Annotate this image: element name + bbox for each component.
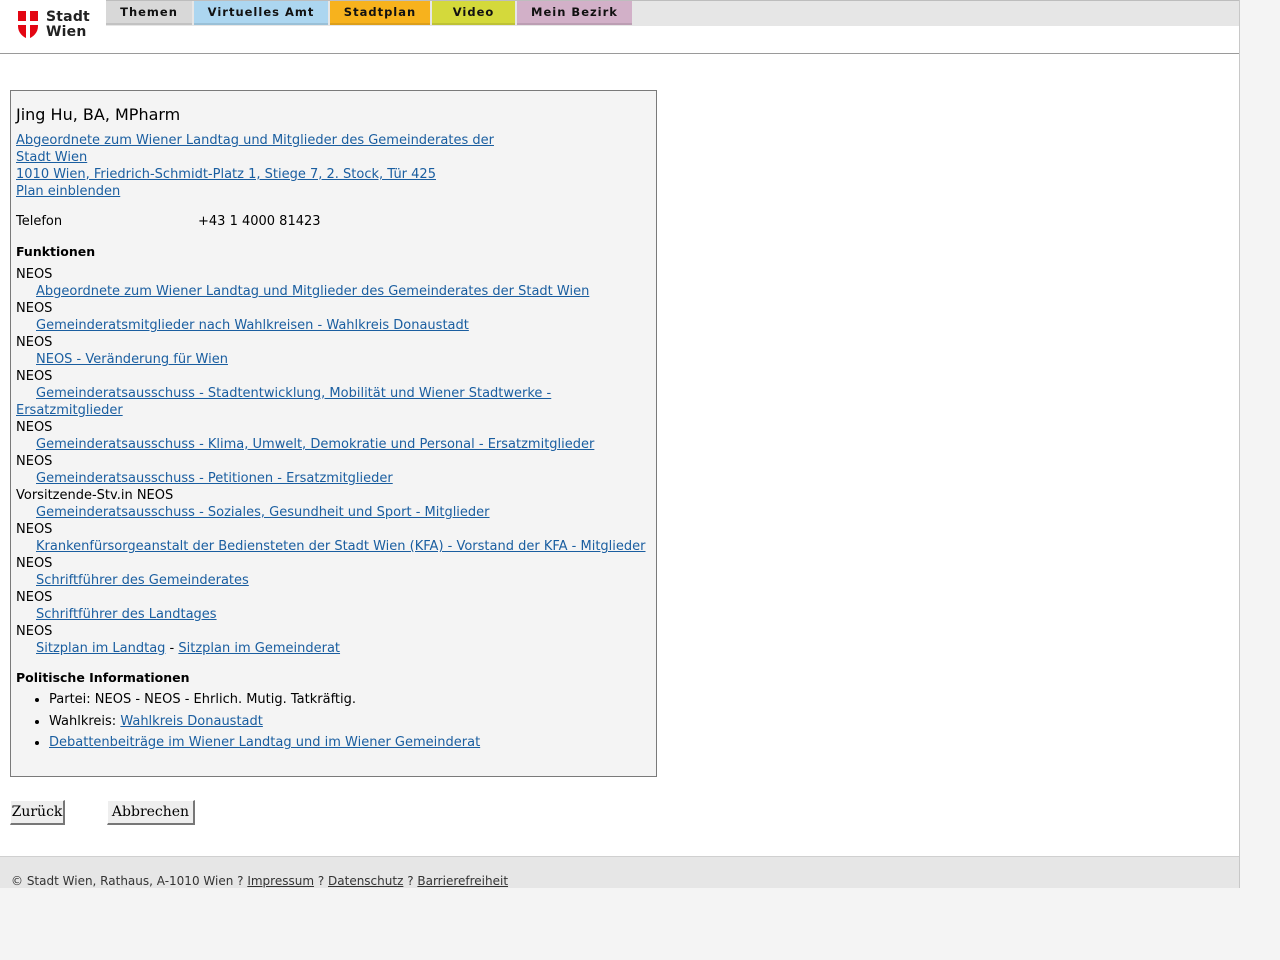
person-detail-panel: Jing Hu, BA, MPharm Abgeordnete zum Wien… xyxy=(10,90,657,777)
site-footer: © Stadt Wien, Rathaus, A-1010 Wien ? Imp… xyxy=(0,856,1239,888)
footer-separator: ? xyxy=(314,874,329,888)
office-link-line-2[interactable]: Stadt Wien xyxy=(16,149,494,166)
impressum-link[interactable]: Impressum xyxy=(247,874,314,888)
function-org: NEOS xyxy=(16,267,53,282)
footer-copyright: © Stadt Wien, Rathaus, A-1010 Wien ? xyxy=(11,874,248,888)
debates-link[interactable]: Debattenbeiträge im Wiener Landtag und i… xyxy=(49,735,480,750)
logo-line-1: Stadt xyxy=(46,9,90,25)
address-link[interactable]: 1010 Wien, Friedrich-Schmidt-Platz 1, St… xyxy=(16,166,494,183)
function-org: NEOS xyxy=(16,454,53,469)
function-org: Vorsitzende-Stv.in NEOS xyxy=(16,488,174,503)
cancel-button[interactable]: Abbrechen xyxy=(107,800,195,825)
function-link[interactable]: Gemeinderatsausschuss - Petitionen - Ers… xyxy=(36,471,393,486)
stadt-wien-logo[interactable]: Stadt Wien xyxy=(17,10,92,42)
logo-line-2: Wien xyxy=(46,24,87,40)
seating-plan-landtag-link[interactable]: Sitzplan im Landtag xyxy=(36,641,165,656)
main-nav-tabs: Themen Virtuelles Amt Stadtplan Video Me… xyxy=(106,1,634,25)
footer-text: © Stadt Wien, Rathaus, A-1010 Wien ? Imp… xyxy=(11,874,508,888)
functions-list: NEOS Abgeordnete zum Wiener Landtag und … xyxy=(16,266,651,657)
function-link[interactable]: Gemeinderatsausschuss - Klima, Umwelt, D… xyxy=(36,437,594,452)
political-info-heading: Politische Informationen xyxy=(16,670,190,685)
function-link[interactable]: Gemeinderatsausschuss - Stadtentwicklung… xyxy=(16,386,551,418)
tab-video[interactable]: Video xyxy=(432,1,515,25)
function-link[interactable]: NEOS - Veränderung für Wien xyxy=(36,352,228,367)
seating-plan-gemeinderat-link[interactable]: Sitzplan im Gemeinderat xyxy=(178,641,340,656)
wien-shield-icon xyxy=(18,11,38,39)
political-info-list: Partei: NEOS - NEOS - Ehrlich. Mutig. Ta… xyxy=(16,689,480,754)
function-link[interactable]: Krankenfürsorgeanstalt der Bediensteten … xyxy=(36,539,646,554)
function-link[interactable]: Schriftführer des Gemeinderates xyxy=(36,573,249,588)
seating-plan-links: Sitzplan im Landtag - Sitzplan im Gemein… xyxy=(16,640,651,657)
tab-themen[interactable]: Themen xyxy=(106,1,192,25)
address-block: Abgeordnete zum Wiener Landtag und Mitgl… xyxy=(16,132,494,200)
function-org: NEOS xyxy=(16,369,53,384)
district-label: Wahlkreis: xyxy=(49,713,121,729)
functions-heading: Funktionen xyxy=(16,244,96,259)
footer-separator: ? xyxy=(403,874,418,888)
page: Stadt Wien Themen Virtuelles Amt Stadtpl… xyxy=(0,0,1240,888)
barrierefreiheit-link[interactable]: Barrierefreiheit xyxy=(417,874,508,888)
debates-item: Debattenbeiträge im Wiener Landtag und i… xyxy=(49,732,480,754)
phone-label: Telefon xyxy=(16,214,63,229)
datenschutz-link[interactable]: Datenschutz xyxy=(328,874,403,888)
function-org: NEOS xyxy=(16,335,53,350)
function-org: NEOS xyxy=(16,301,53,316)
function-link[interactable]: Gemeinderatsmitglieder nach Wahlkreisen … xyxy=(36,318,469,333)
tab-virtuelles-amt[interactable]: Virtuelles Amt xyxy=(194,1,328,25)
function-org: NEOS xyxy=(16,624,53,639)
function-org: NEOS xyxy=(16,522,53,537)
function-org: NEOS xyxy=(16,590,53,605)
function-org: NEOS xyxy=(16,556,53,571)
function-link[interactable]: Gemeinderatsausschuss - Soziales, Gesund… xyxy=(36,505,490,520)
function-link[interactable]: Schriftführer des Landtages xyxy=(36,607,217,622)
show-map-link[interactable]: Plan einblenden xyxy=(16,183,494,200)
site-header: Stadt Wien Themen Virtuelles Amt Stadtpl… xyxy=(0,0,1239,54)
party-item: Partei: NEOS - NEOS - Ehrlich. Mutig. Ta… xyxy=(49,689,480,711)
district-link[interactable]: Wahlkreis Donaustadt xyxy=(120,714,263,729)
logo-wordmark: Stadt Wien xyxy=(46,10,90,40)
function-org: NEOS xyxy=(16,420,53,435)
tab-stadtplan[interactable]: Stadtplan xyxy=(330,1,430,25)
district-item: Wahlkreis: Wahlkreis Donaustadt xyxy=(49,711,480,733)
function-link[interactable]: Abgeordnete zum Wiener Landtag und Mitgl… xyxy=(36,284,589,299)
seating-plan-separator: - xyxy=(165,641,179,656)
office-link-line-1[interactable]: Abgeordnete zum Wiener Landtag und Mitgl… xyxy=(16,132,494,149)
phone-value: +43 1 4000 81423 xyxy=(198,214,321,229)
back-button[interactable]: Zurück xyxy=(10,800,65,825)
person-name: Jing Hu, BA, MPharm xyxy=(16,105,181,124)
tab-mein-bezirk[interactable]: Mein Bezirk xyxy=(517,1,632,25)
